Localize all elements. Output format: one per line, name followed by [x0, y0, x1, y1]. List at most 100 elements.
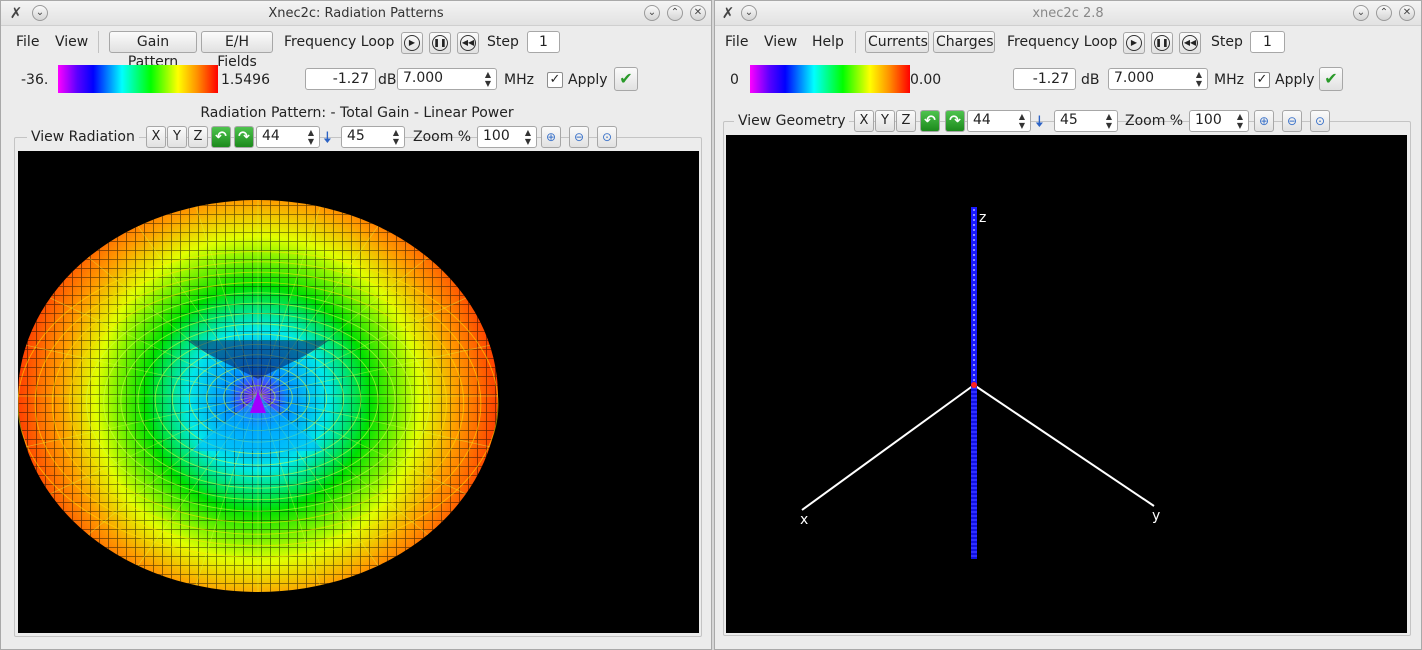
play-icon: ▶ — [404, 35, 420, 51]
color-scale-bar — [750, 65, 910, 93]
loop-pause-button[interactable]: ❚❚ — [429, 32, 451, 54]
loop-start-button[interactable]: ▶ — [1123, 32, 1145, 54]
rotate-left-button[interactable]: ↶ — [920, 110, 940, 132]
menu-file[interactable]: File — [16, 34, 39, 50]
incline-value: 45 — [1060, 112, 1078, 128]
step-input[interactable]: 1 — [1250, 31, 1285, 53]
menu-view[interactable]: View — [764, 34, 797, 50]
zoom-out-icon: ⊖ — [1286, 114, 1298, 128]
frequency-loop-label: Frequency Loop — [284, 34, 395, 50]
gain-input[interactable]: -1.27 — [1013, 68, 1076, 90]
zoom-in-icon: ⊕ — [545, 130, 557, 144]
frequency-spin[interactable]: 7.000 ▲ ▼ — [397, 68, 497, 90]
radiation-patterns-window: ✗ ⌄ Xnec2c: Radiation Patterns ⌄ ⌃ ✕ Fil… — [0, 0, 712, 650]
radiation-pattern-plot — [17, 200, 499, 592]
zoom-reset-icon: ⊙ — [1314, 114, 1326, 128]
zoom-reset-button[interactable]: ⊙ — [597, 126, 617, 148]
geometry-plot: x y z — [800, 207, 1160, 559]
apply-checkbox[interactable]: ✓ — [1254, 72, 1270, 88]
loop-reset-button[interactable]: ◀◀ — [1179, 32, 1201, 54]
menu-help[interactable]: Help — [812, 34, 844, 50]
rotate-left-button[interactable]: ↶ — [211, 126, 231, 148]
eh-fields-button[interactable]: E/H Fields — [201, 31, 273, 70]
spin-arrows-icon[interactable]: ▲ ▼ — [1194, 70, 1204, 88]
view-z-button[interactable]: Z — [188, 126, 208, 148]
spin-arrows-icon[interactable]: ▲ ▼ — [1104, 112, 1114, 130]
zoom-reset-icon: ⊙ — [601, 130, 613, 144]
rotate-right-icon: ↷ — [949, 113, 961, 129]
step-input[interactable]: 1 — [527, 31, 560, 53]
incline-value: 45 — [347, 128, 365, 144]
separator — [98, 31, 99, 53]
spin-arrows-icon[interactable]: ▲ ▼ — [1235, 112, 1245, 130]
zoom-spin[interactable]: 100 ▲ ▼ — [477, 126, 537, 148]
window-title: xnec2c 2.8 — [1032, 6, 1104, 21]
scale-min-label: 0 — [730, 72, 739, 88]
db-label: dB — [378, 72, 397, 88]
separator — [855, 31, 856, 53]
loop-start-button[interactable]: ▶ — [401, 32, 423, 54]
incline-spin[interactable]: 45 ▲ ▼ — [341, 126, 405, 148]
zoom-in-button[interactable]: ⊕ — [1254, 110, 1274, 132]
mhz-label: MHz — [1214, 72, 1244, 88]
rotation-spin[interactable]: 44 ▲ ▼ — [967, 110, 1031, 132]
zoom-value: 100 — [483, 128, 510, 144]
frequency-spin[interactable]: 7.000 ▲ ▼ — [1108, 68, 1208, 90]
incline-arrow-icon[interactable]: 🠇 — [1035, 111, 1044, 138]
apply-button[interactable]: ✔ — [614, 67, 638, 91]
view-x-button[interactable]: X — [146, 126, 166, 148]
loop-pause-button[interactable]: ❚❚ — [1151, 32, 1173, 54]
rotate-right-button[interactable]: ↷ — [945, 110, 965, 132]
spin-arrows-icon[interactable]: ▲ ▼ — [523, 128, 533, 146]
y-axis-line — [973, 384, 1155, 507]
apply-checkbox[interactable]: ✓ — [547, 72, 563, 88]
view-geometry-label: View Geometry — [734, 113, 850, 129]
spin-arrows-icon[interactable]: ▲ ▼ — [306, 128, 316, 146]
zoom-in-icon: ⊕ — [1258, 114, 1270, 128]
scale-max-label: 1.5496 — [221, 72, 270, 88]
y-axis-label: y — [1152, 508, 1160, 524]
minimize-button[interactable]: ⌄ — [1353, 5, 1369, 21]
view-x-button[interactable]: X — [854, 110, 874, 132]
zoom-reset-button[interactable]: ⊙ — [1310, 110, 1330, 132]
apply-button[interactable]: ✔ — [1319, 67, 1343, 91]
gain-pattern-button[interactable]: Gain Pattern — [109, 31, 197, 70]
zoom-in-button[interactable]: ⊕ — [541, 126, 561, 148]
loop-reset-button[interactable]: ◀◀ — [457, 32, 479, 54]
currents-button[interactable]: Currents — [865, 31, 929, 53]
pattern-heading: Radiation Pattern: - Total Gain - Linear… — [200, 105, 514, 121]
minimize-button[interactable]: ⌄ — [644, 5, 660, 21]
step-label: Step — [487, 34, 519, 50]
geometry-canvas[interactable]: x y z — [726, 135, 1407, 633]
rotate-right-button[interactable]: ↷ — [234, 126, 254, 148]
incline-arrow-icon[interactable]: 🠇 — [323, 127, 332, 154]
spin-arrows-icon[interactable]: ▲ ▼ — [1017, 112, 1027, 130]
zoom-spin[interactable]: 100 ▲ ▼ — [1189, 110, 1249, 132]
menu-view[interactable]: View — [55, 34, 88, 50]
radiation-canvas[interactable] — [17, 151, 699, 633]
menu-file[interactable]: File — [725, 34, 748, 50]
zoom-out-button[interactable]: ⊖ — [1282, 110, 1302, 132]
window-title: Xnec2c: Radiation Patterns — [268, 6, 444, 21]
x-axis-label: x — [800, 512, 808, 528]
apply-label: Apply — [1275, 72, 1315, 88]
gain-input[interactable]: -1.27 — [305, 68, 376, 90]
rewind-icon: ◀◀ — [460, 35, 476, 51]
zoom-label: Zoom % — [413, 129, 472, 145]
maximize-button[interactable]: ⌃ — [667, 5, 683, 21]
zoom-value: 100 — [1195, 112, 1222, 128]
rotation-value: 44 — [262, 128, 280, 144]
spin-arrows-icon[interactable]: ▲ ▼ — [483, 70, 493, 88]
view-z-button[interactable]: Z — [896, 110, 916, 132]
close-button[interactable]: ✕ — [1399, 5, 1415, 21]
close-button[interactable]: ✕ — [690, 5, 706, 21]
view-y-button[interactable]: Y — [875, 110, 895, 132]
charges-button[interactable]: Charges — [933, 31, 995, 53]
zoom-out-button[interactable]: ⊖ — [569, 126, 589, 148]
view-y-button[interactable]: Y — [167, 126, 187, 148]
spin-arrows-icon[interactable]: ▲ ▼ — [391, 128, 401, 146]
pause-icon: ❚❚ — [1154, 35, 1170, 51]
maximize-button[interactable]: ⌃ — [1376, 5, 1392, 21]
incline-spin[interactable]: 45 ▲ ▼ — [1054, 110, 1118, 132]
rotation-spin[interactable]: 44 ▲ ▼ — [256, 126, 320, 148]
